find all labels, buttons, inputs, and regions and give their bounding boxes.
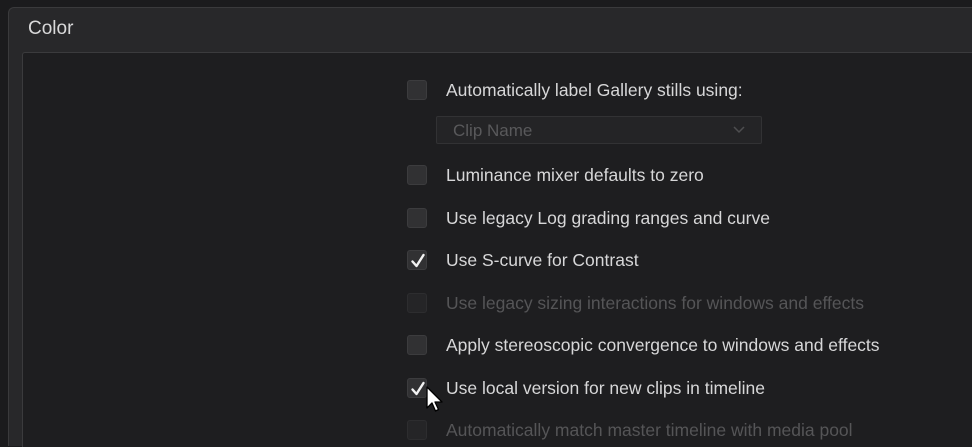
section-header: Color [9,8,972,52]
option-label: Automatically label Gallery stills using… [446,79,743,100]
mouse-cursor-icon [426,386,443,412]
checkbox-stereoscopic-convergence[interactable] [407,335,427,355]
checkmark-icon [411,253,425,268]
checkbox-s-curve-contrast[interactable] [407,250,427,270]
option-legacy-log-grading[interactable]: Use legacy Log grading ranges and curve [407,205,770,231]
option-label: Luminance mixer defaults to zero [446,164,704,185]
option-legacy-sizing-interactions: Use legacy sizing interactions for windo… [407,290,864,316]
option-auto-label-gallery-stills[interactable]: Automatically label Gallery stills using… [407,77,743,103]
gallery-stills-label-dropdown[interactable]: Clip Name [436,116,762,144]
option-label: Automatically match master timeline with… [446,419,853,440]
option-label: Use legacy sizing interactions for windo… [446,292,864,313]
option-stereoscopic-convergence[interactable]: Apply stereoscopic convergence to window… [407,332,880,358]
option-label: Apply stereoscopic convergence to window… [446,334,880,355]
preferences-window: Color Automatically label Gallery stills… [8,7,972,447]
checkbox-luminance-mixer-zero[interactable] [407,165,427,185]
checkbox-legacy-log-grading[interactable] [407,208,427,228]
option-local-version-new-clips[interactable]: Use local version for new clips in timel… [407,375,765,401]
option-s-curve-contrast[interactable]: Use S-curve for Contrast [407,247,639,273]
option-luminance-mixer-zero[interactable]: Luminance mixer defaults to zero [407,162,704,188]
chevron-down-icon [733,126,745,134]
checkbox-match-master-timeline [407,420,427,440]
option-label: Use S-curve for Contrast [446,249,639,270]
option-label: Use legacy Log grading ranges and curve [446,207,770,228]
dropdown-value: Clip Name [453,121,533,140]
section-title: Color [28,18,74,39]
checkbox-legacy-sizing-interactions [407,293,427,313]
checkbox-auto-label-gallery-stills[interactable] [407,80,427,100]
option-match-master-timeline: Automatically match master timeline with… [407,417,853,443]
color-settings-panel: Automatically label Gallery stills using… [22,52,972,447]
checkbox-local-version-new-clips[interactable] [407,378,427,398]
option-label: Use local version for new clips in timel… [446,377,766,398]
